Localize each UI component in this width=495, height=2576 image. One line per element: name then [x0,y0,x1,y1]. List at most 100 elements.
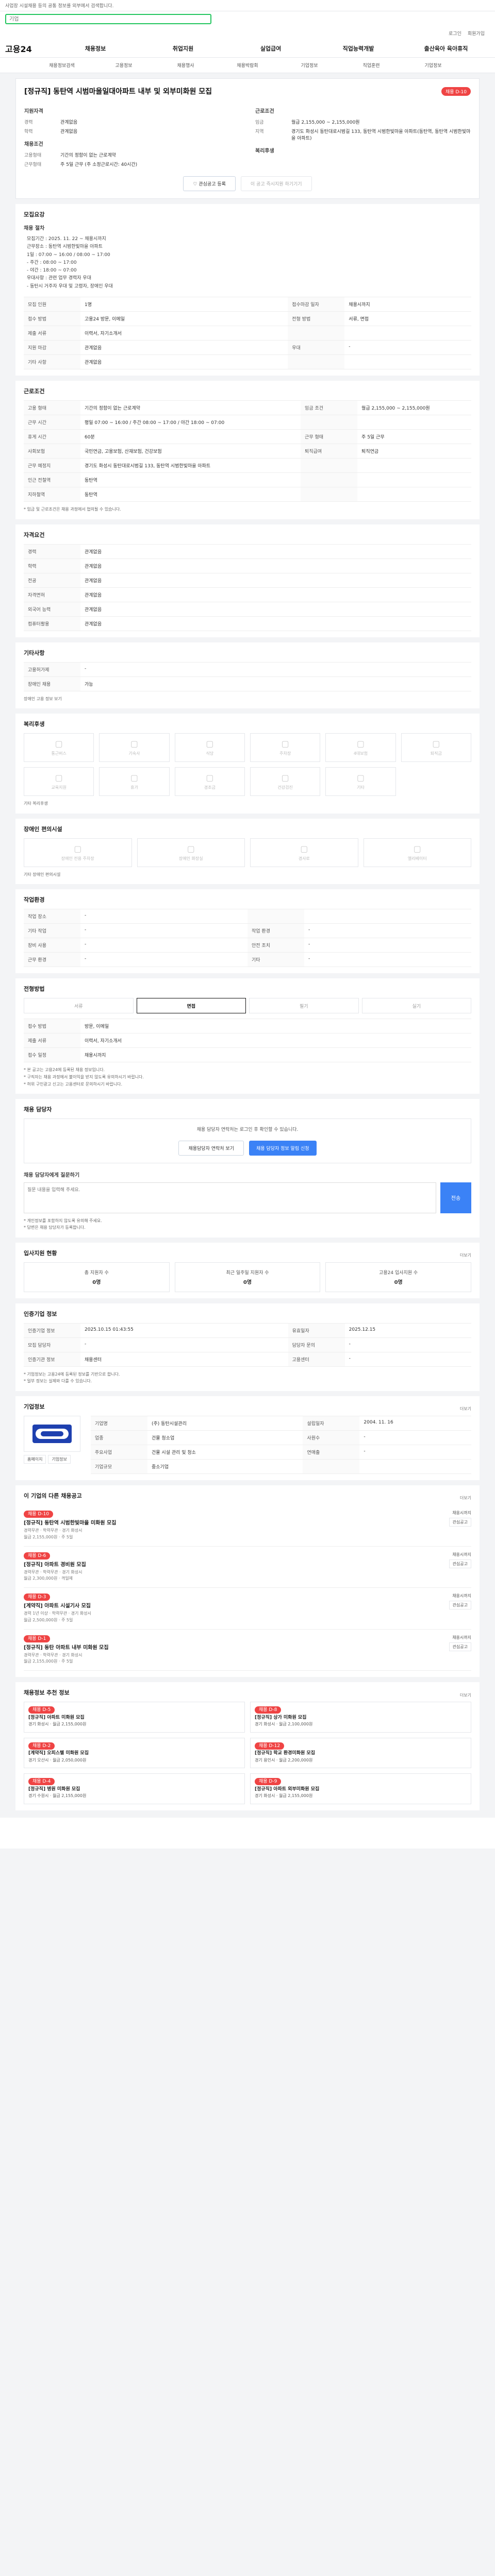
row-value: 1명 [80,297,288,312]
company-chip-1[interactable]: 기업정보 [48,1454,71,1464]
stats-more-link[interactable]: 더보기 [460,1252,471,1258]
logo[interactable]: 고용24 [5,42,52,55]
table-row: 인증기업 정보 2025.10.15 01:43:55 유효일자 2025.12.15 [24,1323,471,1338]
subnav-item-0[interactable]: 채용정보검색 [31,62,93,69]
qna-input[interactable] [24,1182,436,1213]
other-job-item[interactable]: 채용 D-10 [정규직] 동탄역 시범한빛마을 미화원 모집 경력무관 · 학력무… [24,1505,471,1547]
row-value: 관계없음 [80,572,471,588]
row-value-2: 2025.12.15 [344,1323,471,1338]
similar-job-card[interactable]: 채용 D-5 [정규직] 아파트 미화원 모집 경기 화성시 · 월급 2,155,… [24,1702,245,1733]
job-title-link[interactable]: [정규직] 동탄 아파트 내부 미화원 모집 [24,1643,109,1651]
facility-icon: ▢ [55,773,63,783]
job-deadline: 채용시까지 [452,1510,471,1515]
save-job-button[interactable]: ♡ 관심공고 등록 [183,176,236,191]
table-row: 제출 서류 이력서, 자기소개서 [24,326,471,341]
save-job-label: 관심공고 등록 [199,182,226,187]
screening-tab-1[interactable]: 면접 [136,998,246,1014]
login-link[interactable]: 로그인 [449,30,461,37]
row-value-2: 서류, 면접 [344,311,471,327]
screening-tab-0[interactable]: 서류 [24,998,134,1014]
similar-badge: 채용 D-9 [255,1778,282,1786]
gnb-item-4[interactable]: 출산육아 육아휴직 [402,44,490,53]
subnav-item-3[interactable]: 채용박람회 [217,62,278,69]
screening-tab-2[interactable]: 필기 [249,998,359,1014]
stat-card: 총 지원자 수 0명 [24,1262,170,1292]
subnav-item-5[interactable]: 직업훈련 [340,62,402,69]
job-title-link[interactable]: [정규직] 동탄역 시범한빛마을 미화원 모집 [24,1518,116,1526]
join-link[interactable]: 회원가입 [468,30,485,37]
subnav-item-6[interactable]: 기업정보 [402,62,464,69]
similar-title[interactable]: [정규직] 아파트 외부미화원 모집 [255,1787,319,1792]
row-label-2 [301,487,358,502]
row-label-2: 사원수 [303,1430,360,1445]
table-row: 작업 장소 - [24,909,471,924]
stat-value: 0명 [243,1279,252,1285]
gnb-item-1[interactable]: 취업지원 [139,44,227,53]
row-value-2: - [304,952,471,968]
qna-send-button[interactable]: 전송 [440,1182,471,1213]
row-value: 채용센터 [80,1351,288,1367]
row-label-2: 퇴직급여 [301,444,358,459]
row-value: 동탄역 [80,472,301,488]
process-item: 우대사항 : 관련 업무 경력자 우대 [27,276,91,281]
facility-icon: ▢ [281,739,289,749]
similar-job-card[interactable]: 채용 D-8 [정규직] 상가 미화원 모집 경기 화성시 · 월급 2,100,0… [250,1702,471,1733]
similar-job-card[interactable]: 채용 D-4 [정규직] 병원 미화원 모집 경기 수원시 · 월급 2,155,0… [24,1773,245,1805]
other-jobs-more-link[interactable]: 더보기 [460,1495,471,1501]
table-row: 업종 건물 청소업 사원수 - [91,1430,471,1445]
similar-heading: 채용정보 추천 정보 [24,1689,70,1697]
view-contact-button[interactable]: 채용담당자 연락처 보기 [178,1140,244,1156]
process-sub: 채용 절차 [24,226,45,231]
similar-title[interactable]: [정규직] 상가 미화원 모집 [255,1715,306,1720]
similar-title[interactable]: [정규직] 학교 환경미화원 모집 [255,1751,315,1756]
facility-icon: ▢ [130,773,139,783]
similar-job-card[interactable]: 채용 D-12 [정규직] 학교 환경미화원 모집 경기 용인시 · 월급 2,20… [250,1737,471,1769]
subnav-item-1[interactable]: 고용정보 [93,62,155,69]
other-job-item[interactable]: 채용 D-3 [계약직] 아파트 시설기사 모집 경력 1년 이상 · 학력무관 ·… [24,1588,471,1630]
row-label: 기타 작업 [24,923,80,939]
job-title-link[interactable]: [계약직] 아파트 시설기사 모집 [24,1601,91,1609]
similar-title[interactable]: [정규직] 병원 미화원 모집 [28,1787,80,1792]
job-save-chip[interactable]: 관심공고 [449,1559,471,1568]
process-item: 근무장소 : 동탄역 시범한빛마을 아파트 [27,244,103,250]
row-label: 주요사업 [91,1444,147,1460]
row-label-2 [303,1459,360,1474]
facility-item: ▢ 기숙사 [99,733,170,762]
screening-tab-3[interactable]: 실기 [361,998,471,1014]
gnb-item-3[interactable]: 직업능력개발 [315,44,402,53]
subnav-item-4[interactable]: 기업정보 [278,62,340,69]
similar-job-card[interactable]: 채용 D-2 [계약직] 오피스텔 미화원 모집 경기 오산시 · 월급 2,050… [24,1737,245,1769]
search-input[interactable] [5,14,211,24]
facility-item: ▢ 4대보험 [325,733,396,762]
company-more-link[interactable]: 더보기 [460,1406,471,1412]
similar-title[interactable]: [정규직] 아파트 미화원 모집 [28,1715,85,1720]
row-value: (주) 동탄시설관리 [147,1415,303,1431]
row-label: 업종 [91,1430,147,1445]
row-label-2: 담당자 문의 [288,1337,345,1352]
facility-label: 4대보험 [353,751,368,756]
gnb-item-2[interactable]: 실업급여 [227,44,315,53]
row-label-2: 우대 [288,340,345,355]
job-title-link[interactable]: [정규직] 아파트 경비원 모집 [24,1560,86,1568]
similar-job-card[interactable]: 채용 D-9 [정규직] 아파트 외부미화원 모집 경기 화성시 · 월급 2,15… [250,1773,471,1805]
facility-item: ▢ 휴가 [99,767,170,796]
job-save-chip[interactable]: 관심공고 [449,1601,471,1610]
company-chip-0[interactable]: 홈페이지 [24,1454,46,1464]
disabled-info-link[interactable]: 장애인 고용 정보 보기 [24,696,471,703]
other-job-item[interactable]: 채용 D-6 [정규직] 아파트 경비원 모집 경력무관 · 학력무관 · 경기 화… [24,1547,471,1588]
gnb-item-0[interactable]: 채용정보 [52,44,139,53]
process-heading: 모집요강 [24,211,45,218]
other-job-item[interactable]: 채용 D-1 [정규직] 동탄 아파트 내부 미화원 모집 경력무관 · 학력무관 … [24,1630,471,1671]
contact-alert-button[interactable]: 채용 담당자 정보 알림 신청 [249,1140,317,1156]
similar-more-link[interactable]: 더보기 [460,1692,471,1698]
apply-button[interactable]: 이 공고 즉시지원 하기기기 [240,176,312,191]
job-save-chip[interactable]: 관심공고 [449,1642,471,1651]
row-label: 기업규모 [91,1459,147,1474]
similar-title[interactable]: [계약직] 오피스텔 미화원 모집 [28,1751,89,1756]
row-label-2 [248,909,304,924]
row-value-2: - [344,340,471,355]
job-deadline-badge: 채용 D-1 [24,1635,51,1642]
others-table: 고용허가제 - 장애인 채용 가능 [24,662,471,691]
subnav-item-2[interactable]: 채용행사 [155,62,217,69]
job-save-chip[interactable]: 관심공고 [449,1517,471,1527]
